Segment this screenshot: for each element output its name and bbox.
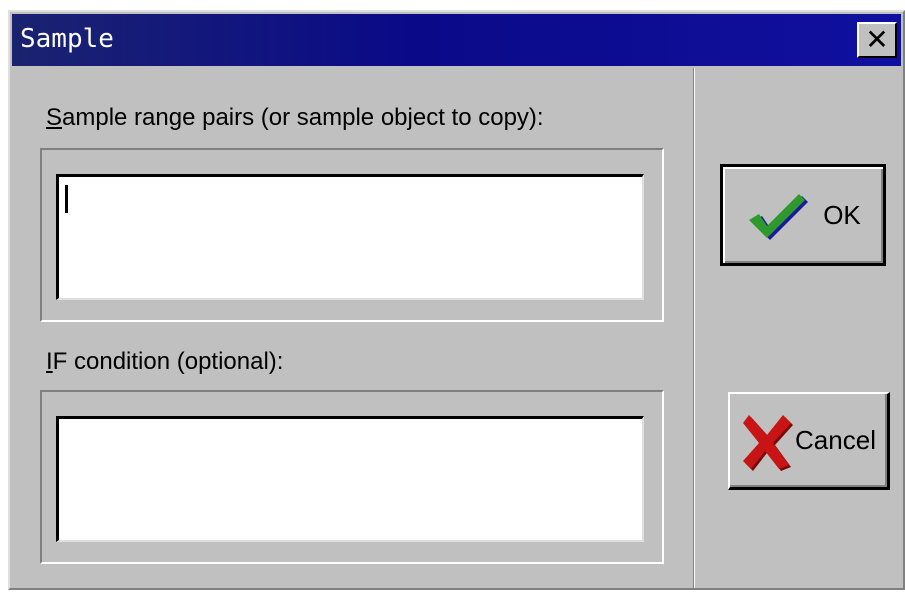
sample-range-input[interactable] — [56, 174, 644, 300]
close-button[interactable]: ✕ — [857, 22, 897, 58]
if-condition-label-text: F condition (optional): — [52, 348, 284, 375]
if-condition-input[interactable] — [56, 416, 644, 542]
if-condition-label-mnemonic: I — [46, 348, 53, 375]
window-title: Sample — [20, 24, 114, 54]
sample-dialog: Sample ✕ Sample range pairs (or sample o… — [8, 10, 905, 590]
if-condition-label: IF condition (optional): — [46, 348, 283, 376]
ok-label: OK — [823, 199, 861, 230]
sample-range-label-text: ample range pairs (or sample object to c… — [62, 104, 544, 131]
checkmark-icon — [745, 190, 809, 240]
ok-button[interactable]: OK — [720, 164, 886, 266]
red-x-icon — [741, 411, 794, 471]
sample-range-group — [40, 148, 664, 322]
sample-range-label: Sample range pairs (or sample object to … — [46, 104, 544, 132]
if-condition-group — [40, 390, 664, 564]
text-caret — [65, 185, 68, 213]
input-pane: Sample range pairs (or sample object to … — [12, 68, 692, 588]
close-icon: ✕ — [865, 23, 889, 56]
cancel-label: Cancel — [795, 425, 876, 455]
title-bar[interactable]: Sample ✕ — [12, 14, 901, 66]
pane-divider — [693, 68, 695, 588]
cancel-button[interactable]: Cancel — [728, 392, 890, 490]
sample-range-label-mnemonic: S — [46, 104, 63, 131]
